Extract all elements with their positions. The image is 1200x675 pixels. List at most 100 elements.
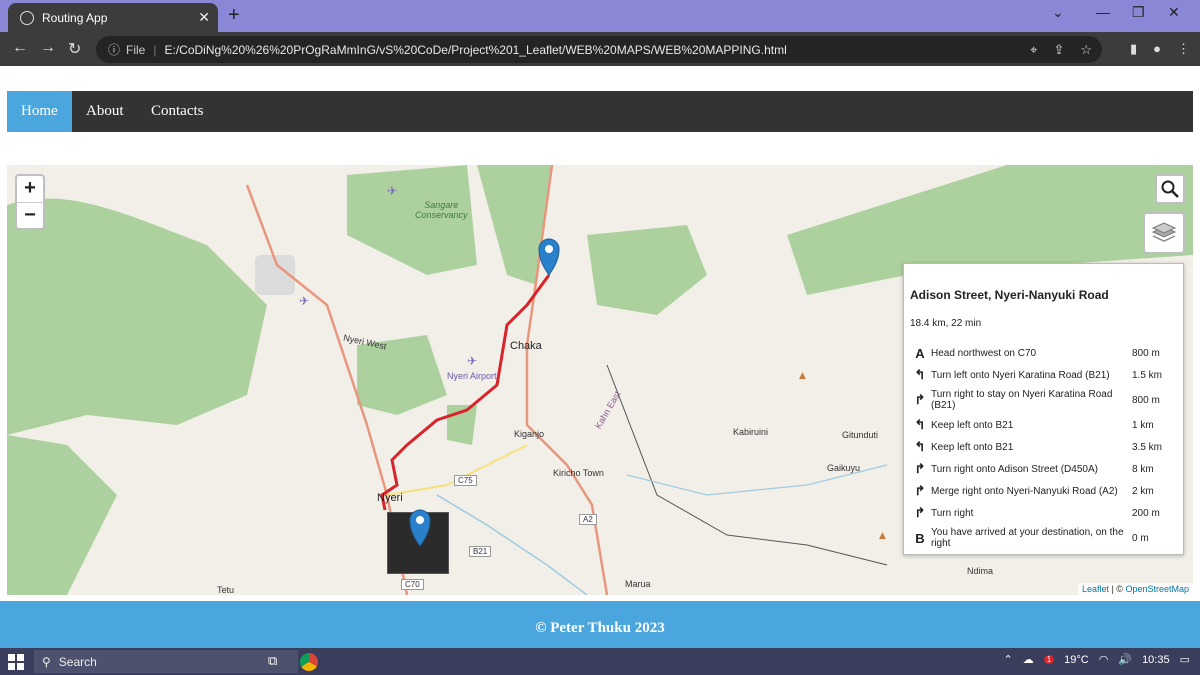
taskbar-search-label: Search <box>58 654 97 669</box>
windows-taskbar: ⚲ Search ⧉ ⌃ ☁ 1 19°C ◠ 🔊 10:35 ▭ <box>0 648 1200 675</box>
back-icon[interactable]: ← <box>12 39 28 57</box>
notification-icon[interactable]: ▭ <box>1180 653 1190 666</box>
weather-badge: 1 <box>1043 655 1055 664</box>
weather-icon[interactable]: ☁ <box>1023 653 1034 666</box>
search-icon: ⚲ <box>42 654 51 669</box>
info-icon[interactable]: ⓘ <box>108 41 120 58</box>
forest-area <box>7 198 267 435</box>
nav-contacts[interactable]: Contacts <box>137 91 218 132</box>
route-step-row[interactable]: ↰ Keep left onto B21 1 km <box>910 414 1177 436</box>
sangare-conservancy-area <box>347 165 477 275</box>
route-step-text: Merge right onto Nyeri-Nanyuki Road (A2) <box>931 485 1118 497</box>
start-marker[interactable] <box>405 508 435 548</box>
route-step-row[interactable]: ↰ Keep left onto B21 3.5 km <box>910 436 1177 458</box>
peak-icon: ▲ <box>879 531 886 541</box>
nav-about[interactable]: About <box>72 91 138 132</box>
zoom-out-button[interactable]: − <box>17 202 43 228</box>
route-title: Adison Street, Nyeri-Nanyuki Road <box>910 288 1109 302</box>
turn-right-icon: ↱ <box>914 505 926 520</box>
zoom-in-button[interactable]: + <box>17 176 43 202</box>
browser-tab[interactable]: Routing App ✕ <box>8 3 218 32</box>
osm-link[interactable]: OpenStreetMap <box>1125 584 1189 594</box>
attribution-separator: | © <box>1108 584 1126 594</box>
footer-text: © Peter Thuku 2023 <box>535 620 665 636</box>
geocoder-search-button[interactable] <box>1155 174 1185 204</box>
url-separator: | <box>153 42 157 57</box>
wifi-icon[interactable]: ◠ <box>1099 653 1109 666</box>
route-step-row[interactable]: ↱ Merge right onto Nyeri-Nanyuki Road (A2… <box>910 480 1177 502</box>
route-step-row[interactable]: ↱ Turn right to stay on Nyeri Karatina Ro… <box>910 386 1177 414</box>
route-steps-table: A Head northwest on C70 800 m ↰ Turn left on… <box>910 343 1177 552</box>
restore-icon[interactable]: ❐ <box>1132 4 1145 21</box>
road-c75 <box>386 444 528 496</box>
location-icon[interactable]: ⌖ <box>1030 42 1037 58</box>
road-shield-c70: C70 <box>401 579 424 590</box>
route-step-text: You have arrived at your destination, on… <box>931 527 1124 549</box>
route-step-text: Turn right onto Adison Street (D450A) <box>931 463 1098 475</box>
temperature[interactable]: 19°C <box>1064 654 1089 666</box>
task-view-icon[interactable]: ⧉ <box>268 653 277 669</box>
address-bar-row: ← → ↻ ⓘ File | E:/CoDiNg%20%26%20PrOgRaM… <box>0 32 1200 66</box>
route-step-distance: 2 km <box>1132 485 1154 497</box>
map-label-chaka: Chaka <box>510 340 542 352</box>
tab-close-icon[interactable]: ✕ <box>198 9 210 26</box>
minimize-icon[interactable]: — <box>1096 4 1110 20</box>
share-icon[interactable]: ⇪ <box>1053 42 1064 58</box>
route-step-text: Head northwest on C70 <box>931 348 1037 359</box>
layers-icon <box>1151 222 1177 242</box>
forest-south-west <box>7 435 117 595</box>
tab-search-icon[interactable]: ⌄ <box>1052 4 1064 21</box>
clock[interactable]: 10:35 <box>1142 654 1170 666</box>
profile-icon[interactable]: ● <box>1153 41 1161 57</box>
leaflet-map[interactable]: ✈ ✈ ✈ ▲ ▲ Sangare Conservancy Chaka Nyer… <box>7 165 1193 595</box>
chrome-icon[interactable] <box>300 653 318 671</box>
close-window-icon[interactable]: ✕ <box>1168 4 1180 21</box>
route-step-row[interactable]: A Head northwest on C70 800 m <box>910 343 1177 364</box>
waypoint-letter-icon: A <box>915 346 925 361</box>
leaflet-link[interactable]: Leaflet <box>1082 584 1109 594</box>
reload-icon[interactable]: ↻ <box>68 39 81 59</box>
map-label-gitunduti: Gitunduti <box>842 430 879 440</box>
forest-strip <box>477 165 552 285</box>
chevron-up-icon[interactable]: ⌃ <box>1004 653 1013 666</box>
airport-icon: ✈ <box>467 354 477 368</box>
bookmark-star-icon[interactable]: ☆ <box>1080 42 1092 58</box>
nav-home[interactable]: Home <box>7 91 72 132</box>
map-label-kabiruini: Kabiruini <box>733 427 769 437</box>
side-panel-icon[interactable]: ▮ <box>1130 41 1137 57</box>
url-text: E:/CoDiNg%20%26%20PrOgRaMmInG/vS%20CoDe/… <box>164 42 787 57</box>
road-shield-a2: A2 <box>579 514 597 525</box>
forward-icon[interactable]: → <box>40 39 56 57</box>
map-label-marua: Marua <box>625 579 651 589</box>
route-step-text: Turn left onto Nyeri Karatina Road (B21) <box>931 369 1110 381</box>
system-tray: ⌃ ☁ 1 19°C ◠ 🔊 10:35 ▭ <box>1004 653 1191 667</box>
globe-icon <box>20 10 34 25</box>
taskbar-search[interactable]: ⚲ Search <box>34 650 298 673</box>
map-label-nyeri: Nyeri <box>377 492 403 504</box>
layers-control[interactable] <box>1143 212 1185 254</box>
route-step-text: Turn right <box>931 507 974 519</box>
turn-left-icon: ↰ <box>914 367 926 382</box>
turn-right-icon: ↱ <box>914 483 926 498</box>
turn-left-icon: ↰ <box>914 439 926 454</box>
route-step-text: Keep left onto B21 <box>931 441 1014 453</box>
url-field[interactable]: ⓘ File | E:/CoDiNg%20%26%20PrOgRaMmInG/v… <box>96 36 1102 63</box>
route-step-row[interactable]: B You have arrived at your destination, o… <box>910 524 1177 552</box>
route-step-text: Turn right to stay on Nyeri Karatina Roa… <box>931 389 1113 411</box>
airport-icon: ✈ <box>299 294 309 308</box>
destination-marker[interactable] <box>538 238 560 276</box>
menu-icon[interactable]: ⋮ <box>1177 41 1190 57</box>
windows-start-icon[interactable] <box>8 654 24 670</box>
route-step-row[interactable]: ↱ Turn right 200 m <box>910 502 1177 524</box>
turn-right-icon: ↱ <box>914 461 926 476</box>
zoom-control: + − <box>15 174 45 230</box>
new-tab-button[interactable]: + <box>228 4 240 27</box>
route-step-row[interactable]: ↰ Turn left onto Nyeri Karatina Road (B21… <box>910 364 1177 386</box>
route-step-distance: 1 km <box>1132 419 1154 431</box>
route-step-distance: 200 m <box>1132 507 1160 519</box>
tab-title: Routing App <box>42 10 108 25</box>
map-label-ndima: Ndima <box>967 566 994 576</box>
volume-icon[interactable]: 🔊 <box>1118 653 1132 666</box>
routing-instructions-panel: Adison Street, Nyeri-Nanyuki Road 18.4 k… <box>903 263 1184 555</box>
route-step-row[interactable]: ↱ Turn right onto Adison Street (D450A) 8 … <box>910 458 1177 480</box>
